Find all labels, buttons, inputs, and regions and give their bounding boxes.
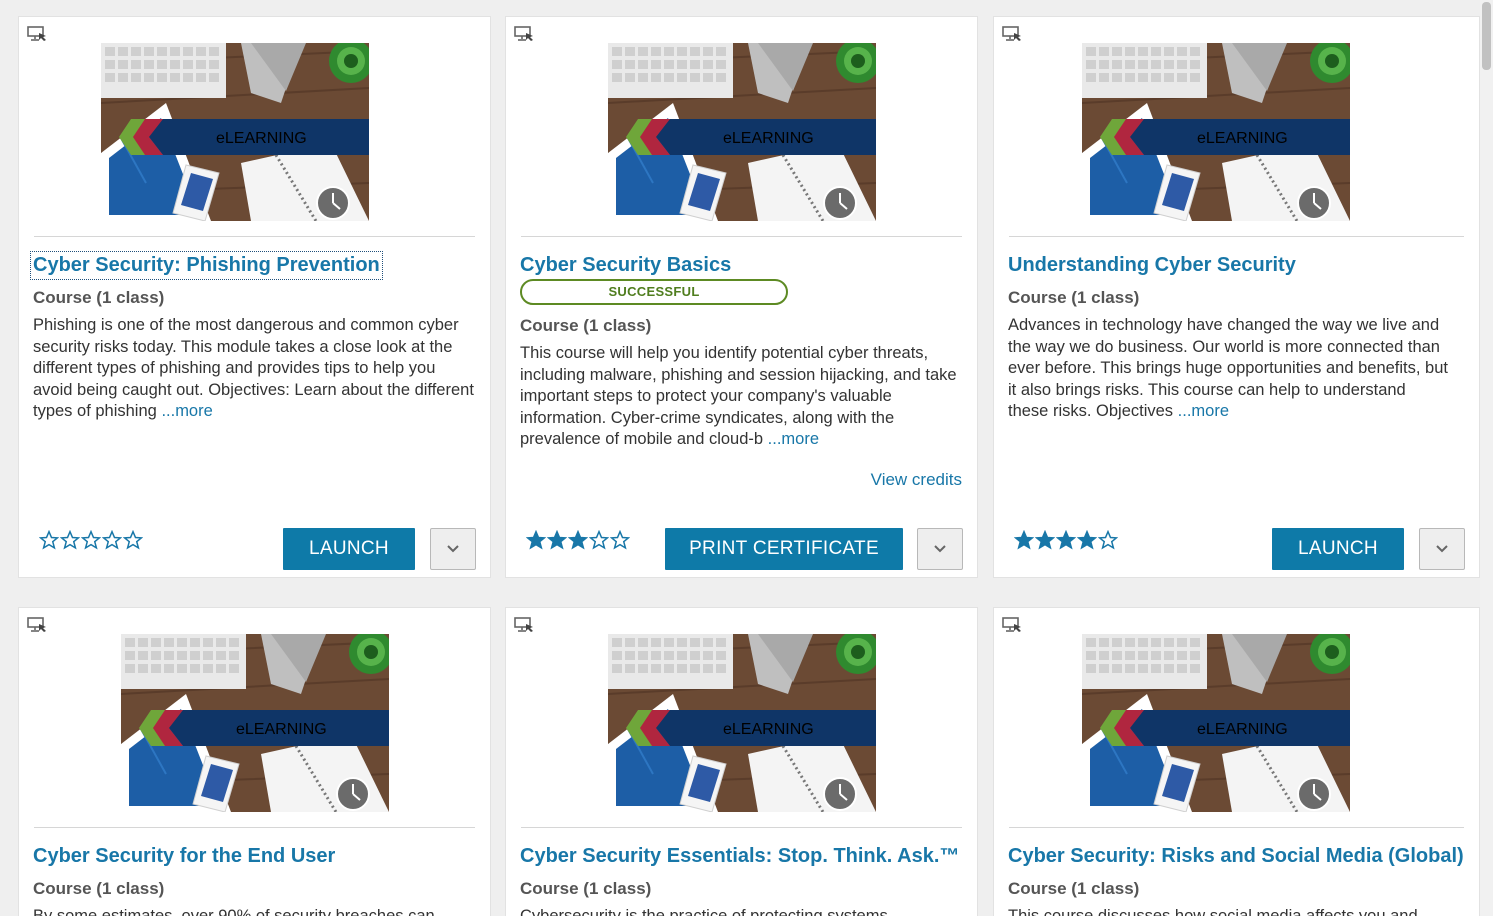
divider	[1009, 827, 1464, 828]
star-icon[interactable]	[1035, 530, 1055, 550]
star-icon[interactable]	[60, 530, 80, 550]
elearning-thumbnail-image	[101, 43, 369, 221]
course-thumbnail[interactable]	[608, 634, 876, 812]
star-icon[interactable]	[547, 530, 567, 550]
star-icon[interactable]	[1056, 530, 1076, 550]
rating-stars[interactable]	[1014, 530, 1118, 550]
computer-monitor-icon	[514, 26, 536, 42]
star-icon[interactable]	[610, 530, 630, 550]
divider	[521, 827, 962, 828]
computer-monitor-icon	[1002, 26, 1024, 42]
elearning-thumbnail-image	[1082, 43, 1350, 221]
course-type: Course (1 class)	[33, 879, 165, 898]
divider	[1009, 236, 1464, 237]
divider	[34, 236, 475, 237]
star-icon[interactable]	[123, 530, 143, 550]
course-title-link[interactable]: Understanding Cyber Security	[1008, 254, 1296, 277]
launch-button[interactable]: LAUNCH	[1272, 528, 1404, 570]
computer-monitor-icon	[1002, 617, 1024, 633]
course-thumbnail[interactable]	[1082, 634, 1350, 812]
elearning-thumbnail-image	[121, 634, 389, 812]
more-link[interactable]: ...more	[768, 430, 819, 448]
course-type: Course (1 class)	[520, 316, 652, 335]
elearning-thumbnail-image	[608, 43, 876, 221]
star-icon[interactable]	[81, 530, 101, 550]
course-type: Course (1 class)	[1008, 879, 1140, 898]
elearning-thumbnail-image	[608, 634, 876, 812]
course-card: Understanding Cyber Security Course (1 c…	[993, 16, 1480, 578]
course-title-link[interactable]: Cyber Security: Phishing Prevention	[30, 251, 383, 280]
course-type: Course (1 class)	[1008, 288, 1140, 307]
description-text: Phishing is one of the most dangerous an…	[33, 316, 474, 421]
rating-stars[interactable]	[39, 530, 143, 550]
vertical-scrollbar[interactable]	[1480, 0, 1493, 916]
star-icon[interactable]	[589, 530, 609, 550]
actions-menu-button[interactable]	[430, 528, 476, 570]
computer-monitor-icon	[27, 617, 49, 633]
more-link[interactable]: ...more	[1178, 402, 1229, 420]
course-thumbnail[interactable]	[1082, 43, 1350, 221]
star-icon[interactable]	[1098, 530, 1118, 550]
course-card: Cyber Security Essentials: Stop. Think. …	[505, 607, 978, 916]
course-description: Cybersecurity is the practice of protect…	[520, 907, 888, 916]
course-card: Cyber Security for the End User Course (…	[18, 607, 491, 916]
launch-button[interactable]: LAUNCH	[283, 528, 415, 570]
actions-menu-button[interactable]	[1419, 528, 1465, 570]
divider	[34, 827, 475, 828]
star-icon[interactable]	[568, 530, 588, 550]
star-icon[interactable]	[39, 530, 59, 550]
course-type: Course (1 class)	[520, 879, 652, 898]
star-icon[interactable]	[1077, 530, 1097, 550]
course-thumbnail[interactable]	[608, 43, 876, 221]
scrollbar-thumb[interactable]	[1482, 2, 1491, 70]
course-thumbnail[interactable]	[121, 634, 389, 812]
course-description: Phishing is one of the most dangerous an…	[33, 315, 479, 423]
course-card: Cyber Security: Phishing Prevention Cour…	[18, 16, 491, 578]
course-title-link[interactable]: Cyber Security: Risks and Social Media (…	[1008, 845, 1464, 868]
rating-stars[interactable]	[526, 530, 630, 550]
course-description: By some estimates, over 90% of security …	[33, 907, 435, 916]
star-icon[interactable]	[1014, 530, 1034, 550]
star-icon[interactable]	[102, 530, 122, 550]
divider	[521, 236, 962, 237]
star-icon[interactable]	[526, 530, 546, 550]
more-link[interactable]: ...more	[161, 402, 212, 420]
actions-menu-button[interactable]	[917, 528, 963, 570]
view-credits-link[interactable]: View credits	[871, 470, 962, 490]
course-description: This course will help you identify poten…	[520, 343, 966, 451]
status-badge: SUCCESSFUL	[520, 279, 788, 305]
course-description: Advances in technology have changed the …	[1008, 315, 1448, 423]
chevron-down-icon	[447, 545, 459, 553]
course-title-link[interactable]: Cyber Security Essentials: Stop. Think. …	[520, 845, 959, 868]
print-certificate-button[interactable]: PRINT CERTIFICATE	[665, 528, 903, 570]
description-text: This course will help you identify poten…	[520, 344, 957, 449]
elearning-thumbnail-image	[1082, 634, 1350, 812]
course-thumbnail[interactable]	[101, 43, 369, 221]
chevron-down-icon	[1436, 545, 1448, 553]
course-card: Cyber Security: Risks and Social Media (…	[993, 607, 1480, 916]
computer-monitor-icon	[514, 617, 536, 633]
computer-monitor-icon	[27, 26, 49, 42]
course-type: Course (1 class)	[33, 288, 165, 307]
course-card: Cyber Security Basics SUCCESSFUL Course …	[505, 16, 978, 578]
course-description: This course discusses how social media a…	[1008, 907, 1418, 916]
course-title-link[interactable]: Cyber Security Basics	[520, 254, 731, 277]
chevron-down-icon	[934, 545, 946, 553]
course-title-link[interactable]: Cyber Security for the End User	[33, 845, 335, 868]
